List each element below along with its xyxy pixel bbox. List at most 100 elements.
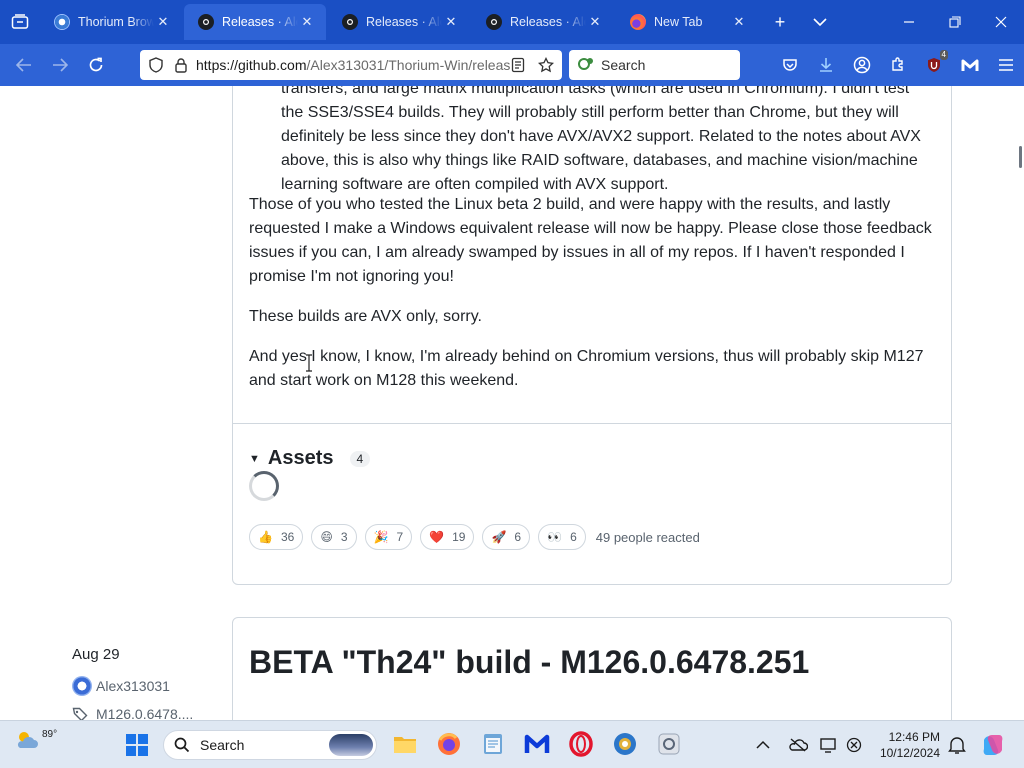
reader-view-icon[interactable] [510, 57, 526, 73]
tab-overview-button[interactable] [0, 0, 40, 44]
assets-count-badge: 4 [349, 450, 371, 467]
plus-icon: + [774, 11, 786, 32]
opera-icon[interactable] [568, 731, 594, 757]
release-title[interactable]: BETA "Th24" build - M126.0.6478.251 [249, 644, 809, 681]
tab-title: Thorium Browser [78, 15, 154, 29]
url-host: https://github.com [196, 57, 307, 73]
url-text[interactable]: https://github.com/Alex313031/Thorium-Wi… [196, 57, 510, 73]
release-tag[interactable]: M126.0.6478.... [72, 706, 193, 720]
weather-widget[interactable]: 89° [14, 729, 57, 751]
assets-heading: Assets [267, 447, 334, 469]
download-icon [820, 58, 832, 72]
app-menu-button[interactable] [988, 44, 1024, 86]
malwarebytes-icon[interactable] [524, 731, 550, 757]
tag-icon [72, 707, 88, 720]
shield-icon[interactable] [148, 57, 164, 73]
list-all-tabs-button[interactable] [800, 0, 840, 44]
reload-button[interactable] [78, 44, 114, 86]
close-tab-icon[interactable]: ✕ [298, 14, 316, 30]
search-engine-icon [578, 58, 593, 70]
caret-down-icon: ▼ [249, 452, 260, 465]
new-tab-button[interactable]: + [760, 0, 800, 44]
system-clock[interactable]: 12:46 PM 10/12/2024 [876, 729, 940, 761]
display-icon[interactable] [820, 737, 838, 753]
tab-releases-3[interactable]: Releases · Alex313031 ✕ [472, 4, 614, 40]
minimize-button[interactable] [886, 0, 932, 44]
close-tab-icon[interactable]: ✕ [154, 14, 172, 30]
back-button[interactable] [6, 44, 42, 86]
search-icon [174, 737, 190, 753]
tab-releases-active[interactable]: Releases · Alex313031 ✕ [184, 4, 326, 40]
close-tab-icon[interactable]: ✕ [442, 14, 460, 30]
close-tab-icon[interactable]: ✕ [586, 14, 604, 30]
reactions-summary[interactable]: 49 people reacted [596, 530, 700, 545]
close-tab-icon[interactable]: ✕ [730, 14, 748, 30]
release-notes-paragraph: And yes I know, I know, I'm already behi… [249, 348, 924, 389]
search-placeholder: Search [601, 57, 646, 73]
search-bar[interactable]: Search [569, 50, 740, 80]
file-explorer-icon[interactable] [392, 731, 418, 757]
reaction-count: 3 [340, 530, 348, 544]
arrow-right-icon [53, 58, 68, 72]
assets-toggle[interactable]: ▼ Assets 4 [249, 447, 371, 470]
lock-icon[interactable] [174, 57, 188, 73]
temperature: 89° [42, 729, 58, 740]
windows-start-icon[interactable] [125, 733, 149, 757]
account-button[interactable] [844, 44, 880, 86]
tab-new-tab[interactable]: New Tab ✕ [616, 4, 758, 40]
hamburger-menu-icon [999, 59, 1013, 71]
text-cursor-icon [306, 354, 312, 372]
reaction-thumbs-up[interactable]: 👍 36 [249, 524, 304, 550]
restore-button[interactable] [932, 0, 978, 44]
rocket-icon: 🚀 [491, 530, 507, 544]
thorium-browser-icon[interactable] [612, 731, 638, 757]
pocket-button[interactable] [772, 44, 808, 86]
url-path: /Alex313031/Thorium-Win/releases [306, 57, 510, 73]
tab-thorium[interactable]: Thorium Browser ✕ [40, 4, 182, 40]
release-author[interactable]: Alex313031 [72, 676, 170, 696]
extension-badge: 4 [939, 50, 948, 60]
downloads-button[interactable] [808, 44, 844, 86]
reactions-bar: 👍 36 😄 3 🎉 7 ❤️ 19 🚀 6 👀 6 49 people reacted [249, 524, 700, 550]
firefox-icon [630, 14, 646, 30]
reaction-heart[interactable]: ❤️ 19 [420, 524, 475, 550]
malwarebytes-extension-button[interactable] [952, 44, 988, 86]
close-window-button[interactable] [978, 0, 1024, 44]
github-icon [342, 14, 358, 30]
notepad-icon[interactable] [480, 731, 506, 757]
tab-strip: Thorium Browser ✕ Releases · Alex313031 … [0, 0, 1024, 44]
avatar [72, 676, 92, 696]
heart-icon: ❤️ [429, 530, 445, 544]
reaction-count: 36 [280, 530, 295, 544]
reaction-rocket[interactable]: 🚀 6 [482, 524, 531, 550]
chevron-up-icon[interactable] [756, 740, 770, 750]
scrollbar-thumb[interactable] [1019, 146, 1022, 168]
thumbs-up-icon: 👍 [258, 530, 273, 544]
reaction-count: 6 [514, 530, 522, 544]
bookmark-star-icon[interactable] [538, 57, 554, 73]
volume-muted-icon[interactable] [846, 737, 862, 753]
tab-releases-2[interactable]: Releases · Alex313031 ✕ [328, 4, 470, 40]
reaction-hooray[interactable]: 🎉 7 [364, 524, 413, 550]
onedrive-icon[interactable] [788, 738, 808, 752]
github-icon [198, 14, 214, 30]
firefox-icon[interactable] [436, 731, 462, 757]
address-bar[interactable]: https://github.com/Alex313031/Thorium-Wi… [140, 50, 562, 80]
forward-button[interactable] [42, 44, 78, 86]
taskbar-search[interactable]: Search [163, 730, 377, 760]
laugh-icon: 😄 [320, 530, 333, 544]
ublock-shield-icon [928, 58, 940, 72]
reload-icon [89, 57, 103, 72]
ublock-extension-button[interactable]: 4 [916, 44, 952, 86]
reaction-count: 7 [396, 530, 404, 544]
settings-app-icon[interactable] [656, 731, 682, 757]
reaction-eyes[interactable]: 👀 6 [538, 524, 586, 550]
restore-icon [949, 16, 961, 28]
extensions-button[interactable] [880, 44, 916, 86]
search-highlight-image [329, 734, 373, 756]
release-date: Aug 29 [72, 646, 120, 663]
copilot-icon[interactable] [980, 732, 1006, 758]
release-notes-paragraph: Those of you who tested the Linux beta 2… [249, 196, 932, 285]
notification-bell-icon[interactable] [948, 735, 966, 755]
reaction-laugh[interactable]: 😄 3 [311, 524, 357, 550]
